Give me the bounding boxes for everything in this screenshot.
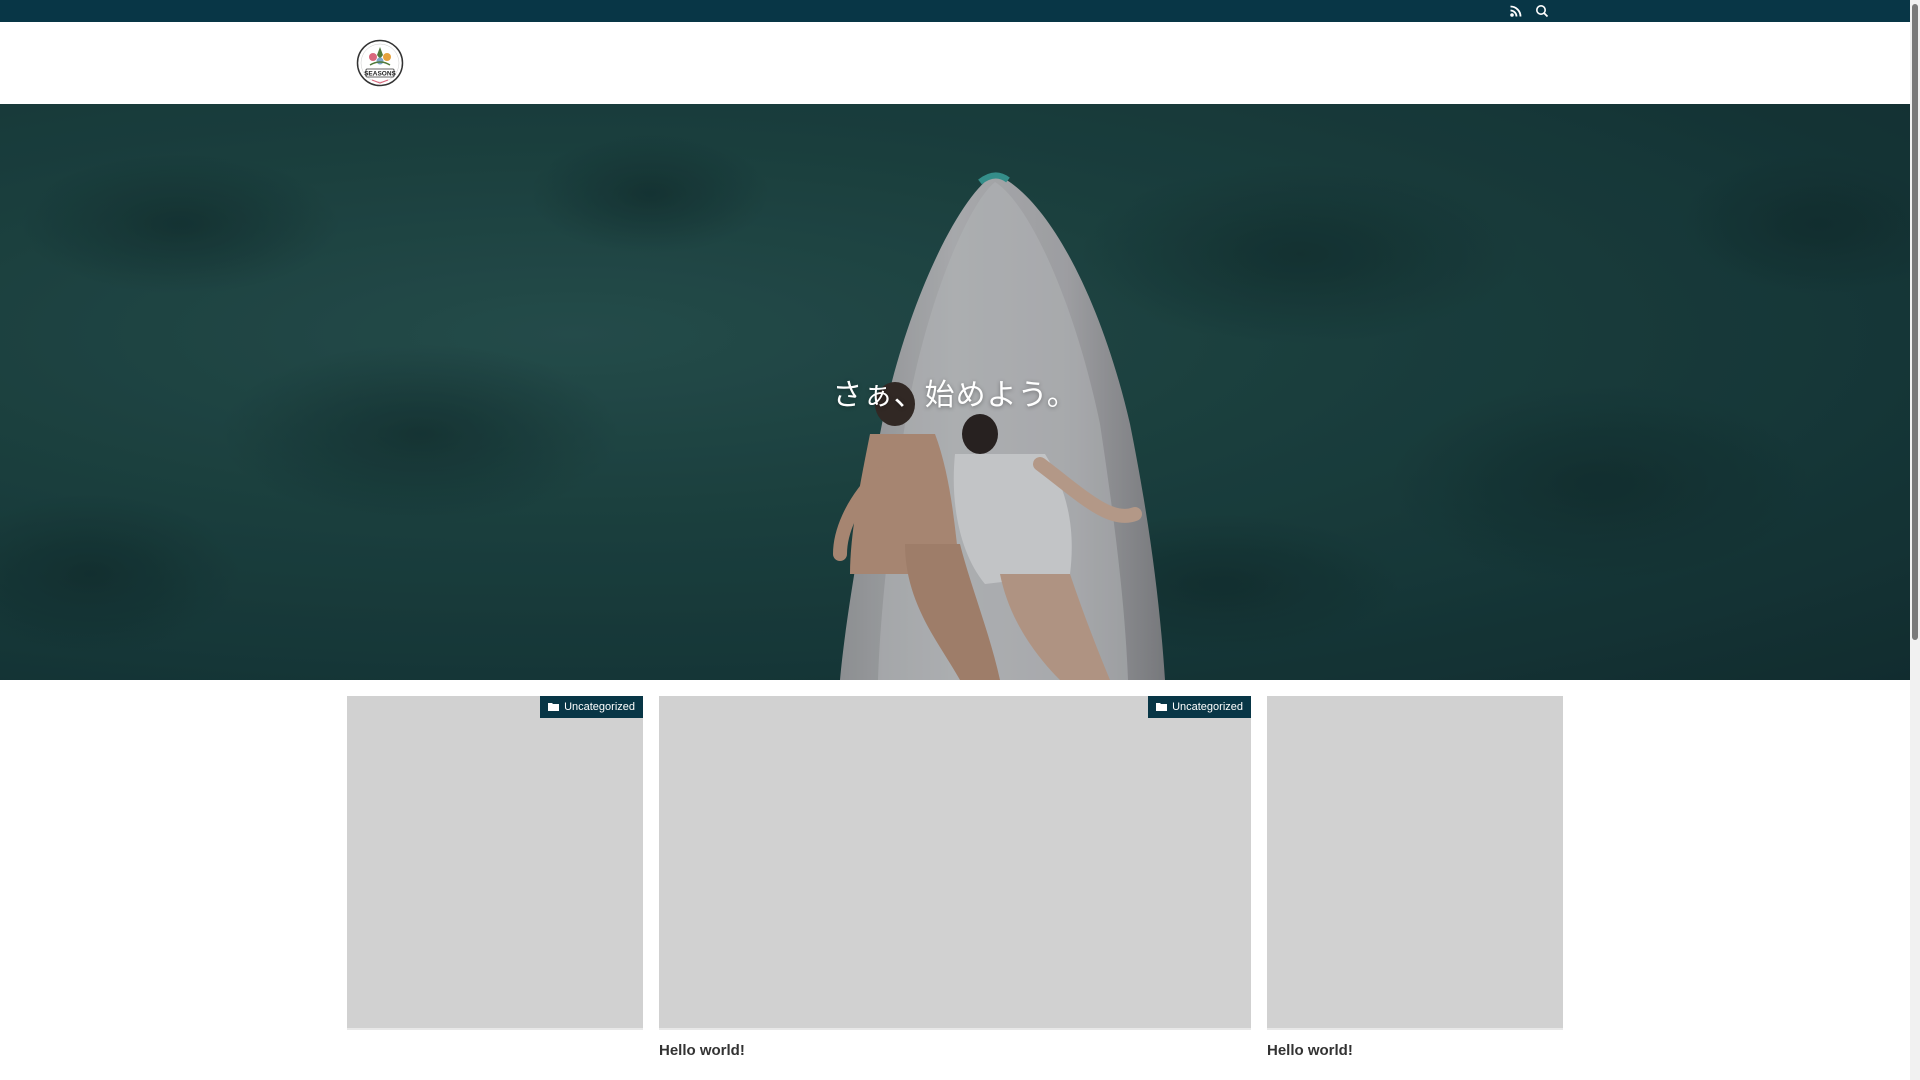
logo-text: SEASONS: [364, 71, 396, 78]
post-title[interactable]: Hello world!: [1267, 1042, 1353, 1059]
category-badge[interactable]: Uncategorized: [1148, 696, 1251, 718]
scrollbar-thumb[interactable]: [1912, 4, 1918, 640]
hero-catchphrase: さぁ、始めよう。: [832, 379, 1078, 412]
folder-icon: [548, 703, 560, 711]
hero-image: さぁ、始めよう。: [0, 104, 1910, 680]
top-bar: [0, 0, 1910, 22]
page: SEASONS さぁ、始めよう。 Uncategorized Uncategor…: [0, 0, 1910, 1080]
post-thumbnail[interactable]: [659, 696, 1251, 1030]
search-icon[interactable]: [1534, 3, 1550, 19]
category-badge[interactable]: Uncategorized: [540, 696, 643, 718]
post-thumbnail[interactable]: [347, 696, 643, 1030]
site-logo[interactable]: SEASONS: [356, 39, 404, 87]
rss-icon[interactable]: [1508, 3, 1524, 19]
post-title[interactable]: Hello world!: [659, 1042, 745, 1059]
site-header: SEASONS: [0, 22, 1910, 105]
folder-icon: [1156, 703, 1168, 711]
category-label: Uncategorized: [1172, 701, 1243, 713]
category-label: Uncategorized: [564, 701, 635, 713]
post-thumbnail[interactable]: [1267, 696, 1563, 1030]
